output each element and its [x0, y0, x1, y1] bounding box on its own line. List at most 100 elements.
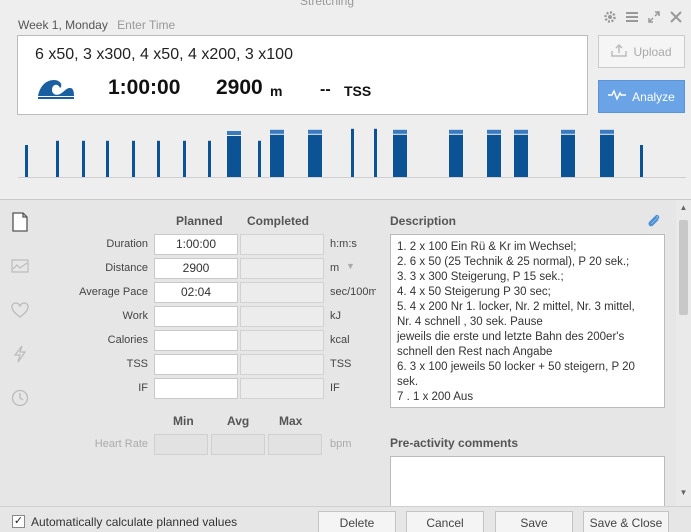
swim-wave-icon [36, 72, 76, 100]
row-label: Calories [107, 334, 148, 346]
upload-icon [611, 43, 628, 60]
description-title: Description [390, 214, 457, 228]
planned-field[interactable]: 02:04 [154, 282, 238, 303]
interval-bar-cap [487, 129, 501, 134]
menu-icon[interactable] [625, 10, 639, 24]
description-textarea[interactable]: 1. 2 x 100 Ein Rü & Kr im Wechsel; 2. 6 … [390, 234, 665, 408]
close-icon[interactable] [669, 10, 683, 24]
completed-field[interactable] [240, 330, 324, 351]
hr-min-field[interactable] [154, 434, 208, 455]
heart-icon[interactable] [10, 300, 30, 320]
document-icon[interactable] [10, 212, 30, 232]
interval-bar[interactable] [270, 134, 284, 178]
interval-bar[interactable] [208, 140, 211, 178]
interval-bar[interactable] [132, 140, 135, 178]
interval-bar[interactable] [374, 128, 377, 178]
planned-field[interactable] [154, 354, 238, 375]
completed-field[interactable] [240, 258, 324, 279]
auto-calc-checkbox[interactable]: ✓ [12, 515, 25, 528]
interval-bar[interactable] [157, 140, 160, 178]
interval-bar-cap [449, 129, 463, 134]
workout-summary: 6 x50, 3 x300, 4 x50, 4 x200, 3 x100 1:0… [17, 35, 588, 115]
planned-field[interactable] [154, 378, 238, 399]
chart-line-icon[interactable] [10, 256, 30, 276]
completed-field[interactable] [240, 306, 324, 327]
interval-bar[interactable] [351, 128, 354, 178]
workout-title[interactable]: 6 x50, 3 x300, 4 x50, 4 x200, 3 x100 [35, 46, 293, 64]
completed-field[interactable] [240, 234, 324, 255]
interval-bar[interactable] [393, 134, 407, 178]
hr-max-header: Max [279, 414, 303, 428]
planned-field[interactable] [154, 330, 238, 351]
scroll-thumb[interactable] [679, 220, 688, 315]
interval-baseline [18, 177, 686, 178]
tss-value: -- [320, 81, 331, 98]
heart-rate-label: Heart Rate [94, 438, 148, 450]
background-window-title: Stretching [300, 0, 355, 8]
interval-bar[interactable] [25, 145, 28, 178]
interval-bar-cap [308, 129, 322, 134]
footer: ✓ Automatically calculate planned values… [0, 506, 691, 532]
scroll-up-arrow[interactable]: ▲ [679, 203, 688, 213]
hr-max-field[interactable] [268, 434, 322, 455]
upload-button[interactable]: Upload [598, 35, 685, 68]
interval-bar[interactable] [514, 134, 528, 178]
delete-button[interactable]: Delete [318, 511, 396, 532]
chevron-down-icon[interactable]: ▼ [346, 261, 355, 271]
scrollbar[interactable]: ▲ ▼ [676, 200, 691, 506]
interval-bar[interactable] [56, 140, 59, 178]
planned-field[interactable]: 1:00:00 [154, 234, 238, 255]
interval-bar[interactable] [258, 140, 261, 178]
interval-bar[interactable] [183, 140, 186, 178]
interval-bar-cap [227, 131, 241, 135]
interval-bar[interactable] [487, 134, 501, 178]
interval-bar-cap [561, 129, 575, 134]
row-unit: kJ [330, 310, 341, 322]
upload-label: Upload [633, 44, 672, 59]
interval-bar[interactable] [449, 134, 463, 178]
lightning-icon[interactable] [10, 344, 30, 364]
tss-unit: TSS [344, 83, 372, 99]
hr-avg-header: Avg [227, 414, 250, 428]
row-unit: IF [330, 382, 340, 394]
interval-bar[interactable] [82, 140, 85, 178]
hr-avg-field[interactable] [211, 434, 265, 455]
pre-activity-title: Pre-activity comments [390, 436, 519, 450]
interval-bar[interactable] [561, 134, 575, 178]
time-input[interactable]: Enter Time [117, 18, 175, 32]
distance-value: 2900 [216, 76, 263, 99]
planned-header: Planned [176, 214, 223, 228]
interval-bar[interactable] [600, 134, 614, 178]
cancel-button[interactable]: Cancel [406, 511, 484, 532]
row-label: Distance [105, 262, 148, 274]
planned-field[interactable]: 2900 [154, 258, 238, 279]
interval-bar[interactable] [640, 145, 643, 178]
date-label: Week 1, Monday [18, 18, 108, 32]
window-tools [603, 10, 683, 24]
interval-bar[interactable] [308, 134, 322, 178]
row-label: Average Pace [79, 286, 148, 298]
save-button[interactable]: Save [495, 511, 573, 532]
scroll-down-arrow[interactable]: ▼ [679, 488, 688, 498]
save-close-button[interactable]: Save & Close [583, 511, 669, 532]
pulse-icon [608, 89, 627, 104]
interval-bar[interactable] [227, 136, 241, 178]
analyze-button[interactable]: Analyze [598, 80, 685, 113]
interval-bar[interactable] [106, 140, 109, 178]
row-unit: kcal [330, 334, 350, 346]
expand-icon[interactable] [647, 10, 661, 24]
completed-header: Completed [247, 214, 310, 228]
hr-min-header: Min [173, 414, 194, 428]
gear-icon[interactable] [603, 10, 617, 24]
metrics-form: Planned Completed Duration 1:00:00 h:m:s Di… [40, 200, 378, 506]
auto-calc-label: Automatically calculate planned values [31, 515, 238, 529]
pre-activity-textarea[interactable] [390, 456, 665, 508]
interval-bar-cap [393, 129, 407, 134]
completed-field[interactable] [240, 378, 324, 399]
completed-field[interactable] [240, 354, 324, 375]
paperclip-icon[interactable] [646, 213, 662, 229]
completed-field[interactable] [240, 282, 324, 303]
interval-bars [25, 128, 643, 178]
planned-field[interactable] [154, 306, 238, 327]
clock-icon[interactable] [10, 388, 30, 408]
